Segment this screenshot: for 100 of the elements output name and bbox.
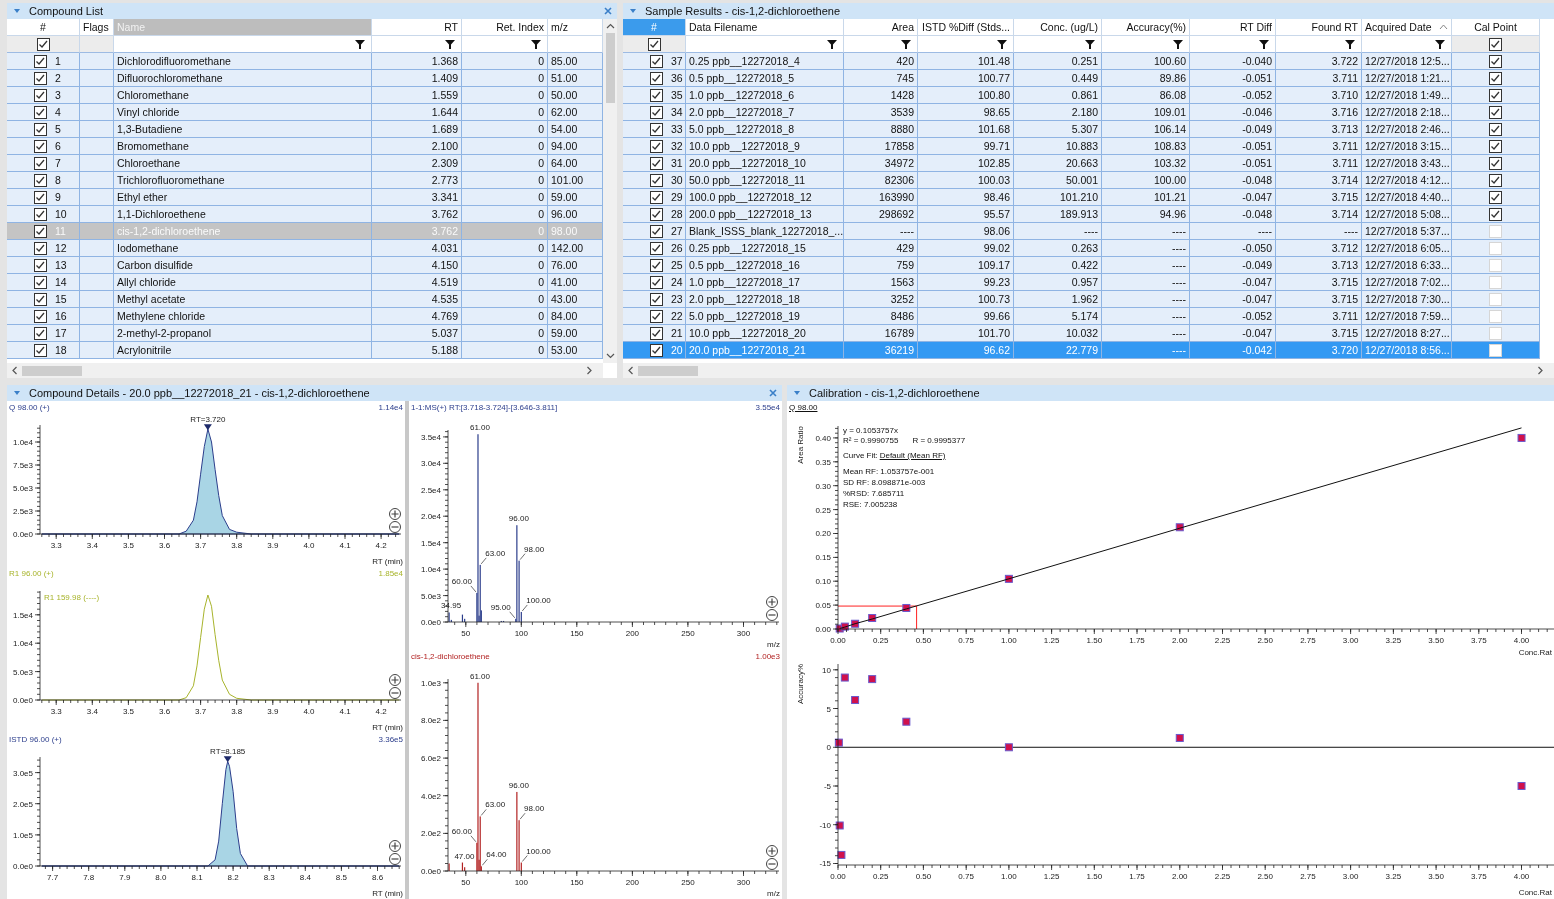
table-cell: 12/27/2018 5:37... bbox=[1362, 223, 1452, 239]
table-cell: -0.051 bbox=[1190, 155, 1276, 171]
tick-label: 3.4 bbox=[86, 541, 98, 550]
row-number: 10 bbox=[55, 208, 67, 220]
table-cell: 8486 bbox=[844, 308, 918, 324]
peak-label: 47.00 bbox=[454, 851, 475, 861]
table-cell: 89.86 bbox=[1102, 70, 1190, 86]
row-number: 8 bbox=[55, 174, 61, 186]
table-cell: 101.210 bbox=[1014, 189, 1102, 205]
table-cell: 34972 bbox=[844, 155, 918, 171]
table-cell: 163990 bbox=[844, 189, 918, 205]
tick-label: 1.0e5 bbox=[12, 830, 33, 840]
peak-label: 98.00 bbox=[524, 804, 545, 814]
tick-label: 4.1 bbox=[339, 707, 351, 716]
row-number: 35 bbox=[671, 89, 683, 101]
tick-label: 8.2 bbox=[227, 873, 239, 882]
table-cell: 1.689 bbox=[372, 121, 462, 137]
table-cell: 12/27/2018 4:12... bbox=[1362, 172, 1452, 188]
table-cell: 17858 bbox=[844, 138, 918, 154]
table-cell: 0.263 bbox=[1014, 240, 1102, 256]
tick-label: 2.5e4 bbox=[420, 485, 441, 495]
table-cell: 4.150 bbox=[372, 257, 462, 273]
table-cell: 50.0 ppb__12272018_11 bbox=[686, 172, 844, 188]
tick-label: 3.75 bbox=[1471, 636, 1487, 645]
tick-label: 1.0e4 bbox=[12, 438, 33, 447]
table-cell: 1.0 ppb__12272018_17 bbox=[686, 274, 844, 290]
table-cell: 20.0 ppb__12272018_10 bbox=[686, 155, 844, 171]
table-cell: ---- bbox=[1102, 308, 1190, 324]
table-cell: 94.96 bbox=[1102, 206, 1190, 222]
table-cell: 3.341 bbox=[372, 189, 462, 205]
table-cell: 1.368 bbox=[372, 53, 462, 69]
tick-label: 0.05 bbox=[815, 601, 831, 611]
table-cell: 99.66 bbox=[918, 308, 1014, 324]
table-cell: 12/27/2018 5:08... bbox=[1362, 206, 1452, 222]
table-cell: 420 bbox=[844, 53, 918, 69]
table-cell: 0 bbox=[462, 189, 548, 205]
tick-label: 0 bbox=[826, 743, 831, 753]
table-cell: 103.32 bbox=[1102, 155, 1190, 171]
table-cell: -0.049 bbox=[1190, 121, 1276, 137]
peak-label: 96.00 bbox=[508, 514, 529, 524]
table-cell: 3.715 bbox=[1276, 291, 1362, 307]
table-cell: 0.449 bbox=[1014, 70, 1102, 86]
table-cell: 99.02 bbox=[918, 240, 1014, 256]
row-number: 6 bbox=[55, 140, 61, 152]
table-cell: 95.57 bbox=[918, 206, 1014, 222]
tick-label: 8.0 bbox=[155, 873, 167, 882]
peak-label: 98.00 bbox=[524, 544, 545, 554]
row-number: 32 bbox=[671, 140, 683, 152]
tick-label: 8.4 bbox=[299, 873, 311, 882]
table-cell: -0.047 bbox=[1190, 189, 1276, 205]
table-cell: -0.047 bbox=[1190, 325, 1276, 341]
tick-label: 3.9 bbox=[267, 541, 279, 550]
row-number: 24 bbox=[671, 276, 683, 288]
tick-label: 4.0 bbox=[303, 541, 315, 550]
tick-label: 3.75 bbox=[1471, 872, 1487, 881]
tick-label: 3.00 bbox=[1342, 872, 1359, 881]
row-number: 7 bbox=[55, 157, 61, 169]
peak-label: 60.00 bbox=[451, 576, 472, 586]
table-cell: 5.0 ppb__12272018_19 bbox=[686, 308, 844, 324]
peak-label: 61.00 bbox=[469, 423, 490, 433]
tick-label: 1.0e3 bbox=[420, 678, 441, 688]
row-number: 3 bbox=[55, 89, 61, 101]
row-number: 4 bbox=[55, 106, 61, 118]
tick-label: 4.1 bbox=[339, 541, 351, 550]
table-cell: Methyl acetate bbox=[114, 291, 372, 307]
table-cell: 0 bbox=[462, 53, 548, 69]
table-cell: 102.85 bbox=[918, 155, 1014, 171]
table-cell: 5.188 bbox=[372, 342, 462, 358]
table-cell: Ethyl ether bbox=[114, 189, 372, 205]
table-cell: 0 bbox=[462, 172, 548, 188]
tick-label: 3.3 bbox=[50, 707, 62, 716]
table-cell: 0 bbox=[462, 240, 548, 256]
tick-label: 0.35 bbox=[815, 457, 831, 467]
tick-label: 1.75 bbox=[1129, 636, 1145, 645]
tick-label: 3.25 bbox=[1385, 872, 1402, 881]
tick-label: 3.4 bbox=[86, 707, 98, 716]
table-cell: 82306 bbox=[844, 172, 918, 188]
tick-label: 2.5e3 bbox=[12, 507, 33, 516]
tick-label: 0.10 bbox=[815, 577, 831, 587]
tick-label: 2.0e4 bbox=[420, 512, 441, 522]
table-cell: 100.0 ppb__12272018_12 bbox=[686, 189, 844, 205]
peak-label: 61.00 bbox=[469, 671, 490, 681]
tick-label: 4.00 bbox=[1513, 872, 1530, 881]
table-cell: ---- bbox=[1276, 223, 1362, 239]
spectrum-title: 1-1:MS(+) RT:[3.718-3.724]-[3.646-3.811] bbox=[411, 402, 558, 412]
row-number: 27 bbox=[671, 225, 683, 237]
table-cell: -0.040 bbox=[1190, 53, 1276, 69]
table-cell: 3.716 bbox=[1276, 104, 1362, 120]
table-cell: Iodomethane bbox=[114, 240, 372, 256]
tick-label: 150 bbox=[570, 878, 584, 887]
table-cell: 3.713 bbox=[1276, 121, 1362, 137]
axis-title: m/z bbox=[767, 640, 780, 649]
peak-label: 95.00 bbox=[490, 602, 511, 612]
table-cell: ---- bbox=[1190, 223, 1276, 239]
table-cell: 2.180 bbox=[1014, 104, 1102, 120]
tick-label: 0.0e0 bbox=[420, 618, 441, 627]
tick-label: 3.5e4 bbox=[420, 432, 441, 442]
table-cell: 3539 bbox=[844, 104, 918, 120]
row-number: 29 bbox=[671, 191, 683, 203]
table-cell: 0 bbox=[462, 342, 548, 358]
